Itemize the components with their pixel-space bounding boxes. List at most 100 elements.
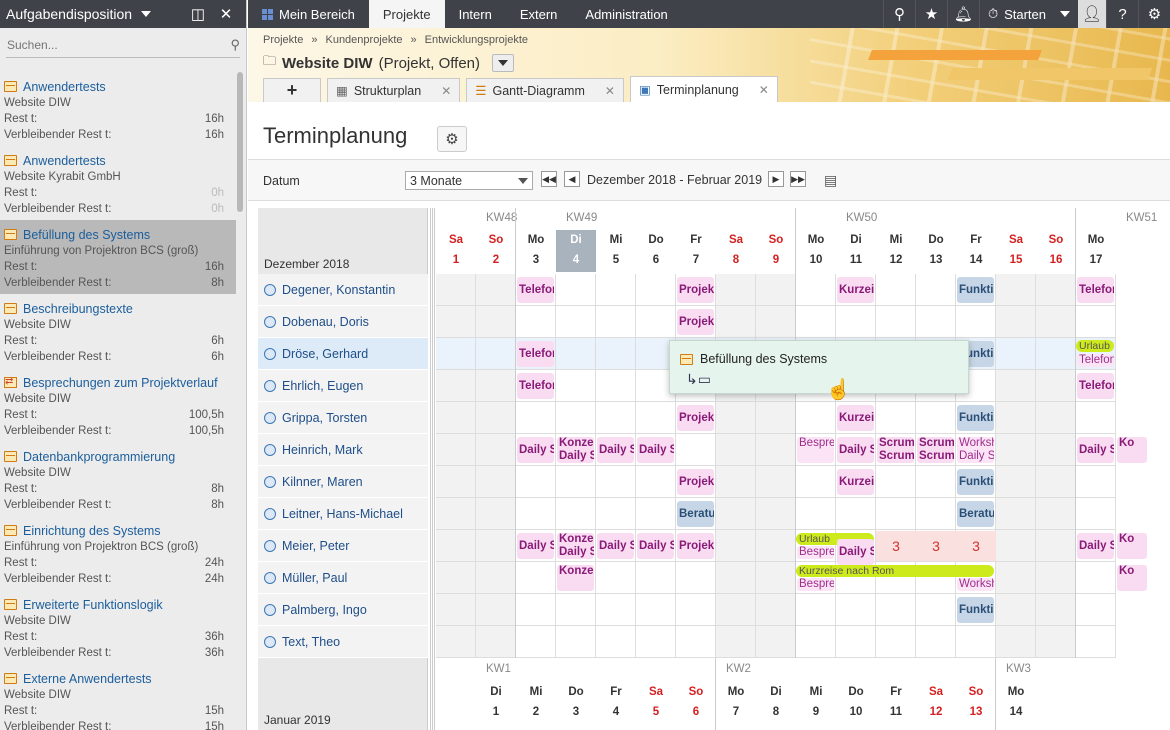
calendar-event[interactable]: KonzepDaily S bbox=[557, 533, 594, 559]
project-menu-button[interactable] bbox=[492, 54, 515, 72]
grid-cell[interactable] bbox=[596, 402, 636, 434]
calendar-event[interactable]: Telefon bbox=[1077, 354, 1114, 367]
calendar-event[interactable]: Funktio bbox=[957, 405, 994, 431]
grid-cell[interactable] bbox=[1076, 402, 1116, 434]
grid-cell[interactable] bbox=[716, 498, 756, 530]
grid-cell[interactable] bbox=[436, 498, 476, 530]
calendar-event[interactable]: Daily S bbox=[517, 437, 554, 463]
grid-cell[interactable] bbox=[636, 402, 676, 434]
grid-cell[interactable] bbox=[516, 466, 556, 498]
grid-cell[interactable] bbox=[476, 434, 516, 466]
day-header[interactable]: Mo 3 bbox=[516, 230, 556, 272]
grid-cell[interactable] bbox=[1036, 402, 1076, 434]
grid-cell[interactable] bbox=[476, 594, 516, 626]
grid-cell[interactable] bbox=[796, 402, 836, 434]
period-select[interactable]: 3 Monate bbox=[405, 171, 533, 190]
day-header[interactable]: Sa 15 bbox=[996, 230, 1036, 272]
calendar-event[interactable]: Projekt bbox=[677, 469, 714, 495]
person-row[interactable]: Degener, Konstantin bbox=[258, 274, 428, 306]
grid-cell[interactable] bbox=[1036, 306, 1076, 338]
calendar-event[interactable]: Beratu bbox=[957, 501, 994, 527]
grid-cell[interactable] bbox=[756, 562, 796, 594]
help-icon[interactable]: ? bbox=[1106, 0, 1138, 28]
grid-cell[interactable] bbox=[436, 306, 476, 338]
grid-cell[interactable] bbox=[476, 338, 516, 370]
calendar-event[interactable]: Beratu bbox=[677, 501, 714, 527]
calendar-event[interactable]: Daily S bbox=[597, 533, 634, 559]
person-row[interactable]: Dobenau, Doris bbox=[258, 306, 428, 338]
grid-cell[interactable] bbox=[876, 274, 916, 306]
grid-cell[interactable] bbox=[436, 274, 476, 306]
grid-cell[interactable] bbox=[1036, 562, 1076, 594]
calendar-event[interactable]: KonzepDaily S bbox=[557, 437, 594, 463]
grid-cell[interactable] bbox=[1036, 466, 1076, 498]
calendar-event[interactable]: Daily S bbox=[1077, 437, 1114, 463]
grid-cell[interactable] bbox=[516, 498, 556, 530]
calendar-event[interactable]: Daily S bbox=[597, 437, 634, 463]
person-row[interactable]: Grippa, Torsten bbox=[258, 402, 428, 434]
list-item[interactable]: Beschreibungstexte Website DIW Rest t: 6h… bbox=[0, 294, 236, 368]
grid-cell[interactable] bbox=[436, 562, 476, 594]
grid-cell[interactable] bbox=[596, 626, 636, 658]
day-header[interactable]: So 13 bbox=[956, 682, 996, 724]
avatar[interactable]: 👤︎ bbox=[1078, 0, 1106, 28]
grid-cell[interactable] bbox=[556, 274, 596, 306]
calendar-event[interactable]: Daily S bbox=[517, 533, 554, 559]
nav-intern[interactable]: Intern bbox=[445, 0, 506, 28]
day-header[interactable]: Di 8 bbox=[756, 682, 796, 724]
grid-cell[interactable] bbox=[876, 626, 916, 658]
grid-cell[interactable] bbox=[716, 434, 756, 466]
calendar-event[interactable]: Kurzein bbox=[837, 469, 874, 495]
breadcrumb-item[interactable]: Projekte bbox=[263, 34, 303, 46]
grid-cell[interactable] bbox=[436, 402, 476, 434]
day-header[interactable]: So 16 bbox=[1036, 230, 1076, 272]
grid-cell[interactable] bbox=[756, 434, 796, 466]
grid-cell[interactable] bbox=[476, 306, 516, 338]
day-header[interactable]: Mo 14 bbox=[996, 682, 1036, 724]
grid-cell[interactable] bbox=[836, 306, 876, 338]
grid-cell[interactable] bbox=[476, 370, 516, 402]
day-header[interactable]: Fr 7 bbox=[676, 230, 716, 272]
grid-cell[interactable] bbox=[1076, 562, 1116, 594]
starten-button[interactable]: ⏱︎ Starten bbox=[978, 0, 1078, 28]
calendar-settings-icon[interactable]: ▤ bbox=[824, 172, 837, 189]
grid-cell[interactable] bbox=[716, 626, 756, 658]
grid-cell[interactable] bbox=[556, 466, 596, 498]
calendar-event[interactable]: Daily S bbox=[837, 437, 874, 463]
person-row[interactable]: Kilnner, Maren bbox=[258, 466, 428, 498]
settings-button[interactable]: ⚙ bbox=[437, 126, 467, 152]
first-page-icon[interactable]: ◀◀ bbox=[541, 171, 557, 187]
grid-cell[interactable] bbox=[476, 562, 516, 594]
person-row[interactable]: Leitner, Hans-Michael bbox=[258, 498, 428, 530]
day-header[interactable]: Mo 7 bbox=[716, 682, 756, 724]
grid-cell[interactable] bbox=[836, 626, 876, 658]
close-icon[interactable]: ✕ bbox=[759, 83, 769, 97]
grid-cell[interactable] bbox=[996, 594, 1036, 626]
grid-cell[interactable] bbox=[596, 338, 636, 370]
grid-cell[interactable] bbox=[716, 402, 756, 434]
day-header[interactable]: Mi 12 bbox=[876, 230, 916, 272]
grid-cell[interactable] bbox=[436, 466, 476, 498]
grid-cell[interactable] bbox=[676, 594, 716, 626]
grid-cell[interactable] bbox=[756, 466, 796, 498]
grid-cell[interactable] bbox=[556, 402, 596, 434]
gear-icon[interactable]: ⚙ bbox=[1138, 0, 1170, 28]
grid-cell[interactable] bbox=[556, 306, 596, 338]
grid-cell[interactable] bbox=[996, 498, 1036, 530]
grid-cell[interactable] bbox=[756, 274, 796, 306]
grid-cell[interactable] bbox=[1036, 338, 1076, 370]
close-icon[interactable]: ✕ bbox=[605, 84, 615, 98]
grid-cell[interactable] bbox=[436, 530, 476, 562]
grid-cell[interactable] bbox=[676, 562, 716, 594]
calendar-event[interactable]: Ko bbox=[1117, 565, 1147, 591]
star-icon[interactable]: ★ bbox=[914, 0, 947, 28]
grid-cell[interactable] bbox=[596, 274, 636, 306]
grid-cell[interactable] bbox=[836, 594, 876, 626]
grid-cell[interactable] bbox=[1076, 466, 1116, 498]
grid-cell[interactable] bbox=[916, 402, 956, 434]
next-page-icon[interactable]: ▶ bbox=[768, 171, 784, 187]
grid-cell[interactable] bbox=[1036, 434, 1076, 466]
grid-cell[interactable] bbox=[996, 274, 1036, 306]
grid-cell[interactable] bbox=[596, 466, 636, 498]
search-input[interactable] bbox=[6, 37, 231, 52]
